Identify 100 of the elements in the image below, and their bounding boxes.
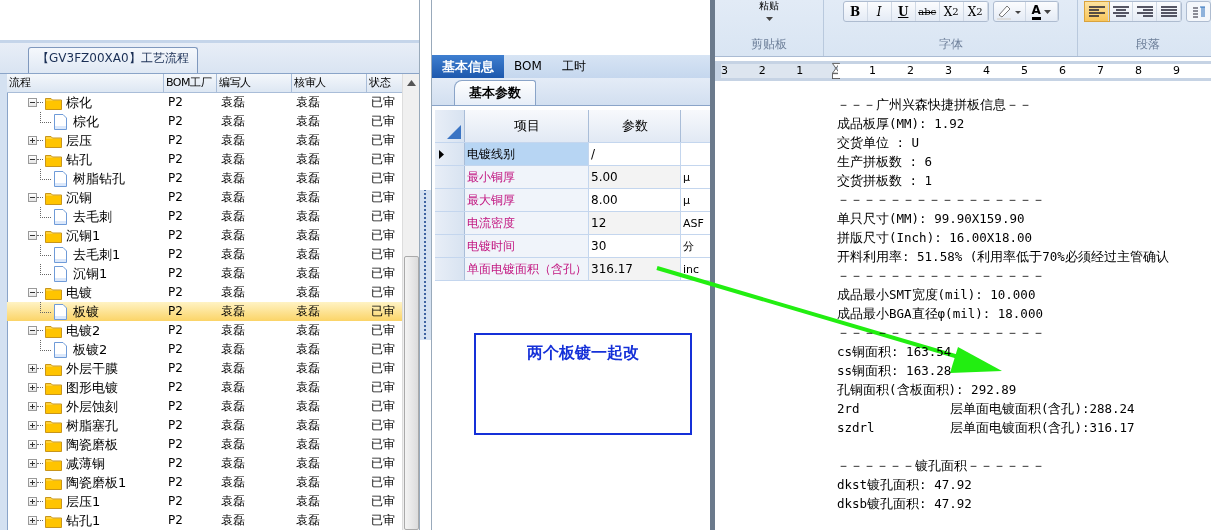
- paste-button[interactable]: 粘贴: [759, 0, 780, 11]
- table-cell-text: 袁磊: [295, 455, 321, 472]
- table-cell: /: [589, 143, 681, 165]
- table-cell: 电流密度: [465, 212, 589, 234]
- column-header[interactable]: BOM工厂: [164, 74, 217, 92]
- table-cell-text: P2: [167, 94, 184, 111]
- document-line: －－－－－－镀孔面积－－－－－－: [837, 457, 1046, 475]
- scroll-up-icon[interactable]: [406, 80, 416, 86]
- tree-row[interactable]: 树脂钻孔 P2 袁磊 袁磊 已审: [7, 169, 403, 188]
- scroll-thumb[interactable]: [403, 256, 419, 530]
- ruler-number: 2: [758, 64, 767, 78]
- table-cell-text: 已审: [370, 246, 396, 263]
- expander-icon[interactable]: [28, 98, 37, 107]
- tree-row[interactable]: 减薄铜 P2 袁磊 袁磊 已审: [7, 454, 403, 473]
- table-cell-text: 袁磊: [295, 265, 321, 282]
- scrollbar[interactable]: [402, 74, 419, 530]
- table-cell-text: P2: [167, 341, 184, 358]
- tree-row[interactable]: 棕化 P2 袁磊 袁磊 已审: [7, 93, 403, 112]
- format-button[interactable]: B: [843, 2, 868, 21]
- tree-row[interactable]: 外层蚀刻 P2 袁磊 袁磊 已审: [7, 397, 403, 416]
- tree-row[interactable]: 电镀 P2 袁磊 袁磊 已审: [7, 283, 403, 302]
- tab[interactable]: 工时: [551, 55, 596, 78]
- tree-row[interactable]: 板镀2 P2 袁磊 袁磊 已审: [7, 340, 403, 359]
- tree-row[interactable]: 沉铜1 P2 袁磊 袁磊 已审: [7, 264, 403, 283]
- tree-row[interactable]: 去毛刺 P2 袁磊 袁磊 已审: [7, 207, 403, 226]
- tree-row[interactable]: 沉铜1 P2 袁磊 袁磊 已审: [7, 226, 403, 245]
- table-cell-text: P2: [167, 170, 184, 187]
- table-cell-text: 袁磊: [220, 132, 246, 149]
- expander-icon[interactable]: [28, 231, 37, 240]
- document-line: 成品最小SMT宽度(mil): 10.000: [837, 286, 1037, 304]
- expander-icon[interactable]: [28, 193, 37, 202]
- table-cell-text: 袁磊: [220, 322, 246, 339]
- table-cell-text: P2: [167, 227, 184, 244]
- table-cell-text: 袁磊: [220, 436, 246, 453]
- table-cell-text: 已审: [370, 360, 396, 377]
- tree-item-label: 去毛刺: [73, 208, 112, 226]
- table-cell-text: 已审: [370, 398, 396, 415]
- expander-icon[interactable]: [28, 497, 37, 506]
- format-button[interactable]: U: [891, 2, 916, 21]
- folder-icon: [45, 437, 62, 452]
- tree-row[interactable]: 沉铜 P2 袁磊 袁磊 已审: [7, 188, 403, 207]
- font-color-button[interactable]: A: [1025, 2, 1058, 21]
- align-button[interactable]: [1085, 2, 1109, 21]
- expander-icon[interactable]: [28, 364, 37, 373]
- panel-tab[interactable]: 【GV3FZ00XA0】工艺流程: [28, 47, 198, 73]
- tree-row[interactable]: 电镀2 P2 袁磊 袁磊 已审: [7, 321, 403, 340]
- folder-icon: [45, 475, 62, 490]
- document-line: 2rd 层单面电镀面积(含孔):288.24: [837, 400, 1136, 418]
- folder-icon: [45, 323, 62, 338]
- tree-item-label: 板镀: [73, 303, 99, 321]
- column-header[interactable]: 核审人: [292, 74, 367, 92]
- table-cell-text: P2: [167, 360, 184, 377]
- document-line: 单只尺寸(MM): 99.90X159.90: [837, 210, 1026, 228]
- table-cell-text: 袁磊: [220, 265, 246, 282]
- tree-row[interactable]: 板镀 P2 袁磊 袁磊 已审: [7, 302, 403, 321]
- tree-row[interactable]: 外层干膜 P2 袁磊 袁磊 已审: [7, 359, 403, 378]
- row-header[interactable]: [435, 143, 465, 165]
- splitter-handle[interactable]: [420, 0, 432, 530]
- table-cell: 单面电镀面积（含孔）: [465, 258, 589, 280]
- expander-icon[interactable]: [28, 478, 37, 487]
- tab[interactable]: BOM: [504, 55, 552, 78]
- align-icon: [1160, 5, 1177, 18]
- expander-icon[interactable]: [28, 516, 37, 525]
- column-header[interactable]: 项目: [465, 110, 589, 142]
- expander-icon[interactable]: [28, 421, 37, 430]
- table-cell-text: P2: [167, 417, 184, 434]
- tree-row[interactable]: 图形电镀 P2 袁磊 袁磊 已审: [7, 378, 403, 397]
- sub-tab[interactable]: 基本参数: [454, 80, 536, 105]
- expander-icon[interactable]: [28, 288, 37, 297]
- tree-row[interactable]: 棕化 P2 袁磊 袁磊 已审: [7, 112, 403, 131]
- tree-row[interactable]: 钻孔1 P2 袁磊 袁磊 已审: [7, 511, 403, 530]
- table-cell-text: 袁磊: [220, 189, 246, 206]
- tab[interactable]: 基本信息: [432, 55, 504, 78]
- expander-icon[interactable]: [28, 136, 37, 145]
- column-header[interactable]: 参数: [589, 110, 681, 142]
- document-line: 交货拼板数 : 1: [837, 172, 934, 190]
- paragraph-mark-button[interactable]: [1186, 1, 1211, 22]
- tree-row[interactable]: 陶瓷磨板1 P2 袁磊 袁磊 已审: [7, 473, 403, 492]
- caret-icon[interactable]: [1043, 9, 1051, 14]
- column-header[interactable]: 编写人: [217, 74, 292, 92]
- document-icon: [54, 170, 67, 187]
- table-cell-text: 已审: [370, 455, 396, 472]
- column-header[interactable]: 流程: [7, 74, 164, 92]
- expander-icon[interactable]: [28, 402, 37, 411]
- expander-icon[interactable]: [28, 383, 37, 392]
- caret-icon[interactable]: [765, 17, 773, 21]
- tree-row[interactable]: 去毛刺1 P2 袁磊 袁磊 已审: [7, 245, 403, 264]
- format-button[interactable]: I: [867, 2, 892, 21]
- expander-icon[interactable]: [28, 326, 37, 335]
- tree-row[interactable]: 陶瓷磨板 P2 袁磊 袁磊 已审: [7, 435, 403, 454]
- tree-row[interactable]: 层压 P2 袁磊 袁磊 已审: [7, 131, 403, 150]
- expander-icon[interactable]: [28, 440, 37, 449]
- tree-row[interactable]: 层压1 P2 袁磊 袁磊 已审: [7, 492, 403, 511]
- format-button[interactable]: abc: [915, 2, 940, 21]
- tree-row[interactable]: 钻孔 P2 袁磊 袁磊 已审: [7, 150, 403, 169]
- tree-row[interactable]: 树脂塞孔 P2 袁磊 袁磊 已审: [7, 416, 403, 435]
- table-cell-text: 已审: [370, 303, 396, 320]
- expander-icon[interactable]: [28, 459, 37, 468]
- ruler-number: 8: [1135, 64, 1143, 78]
- expander-icon[interactable]: [28, 155, 37, 164]
